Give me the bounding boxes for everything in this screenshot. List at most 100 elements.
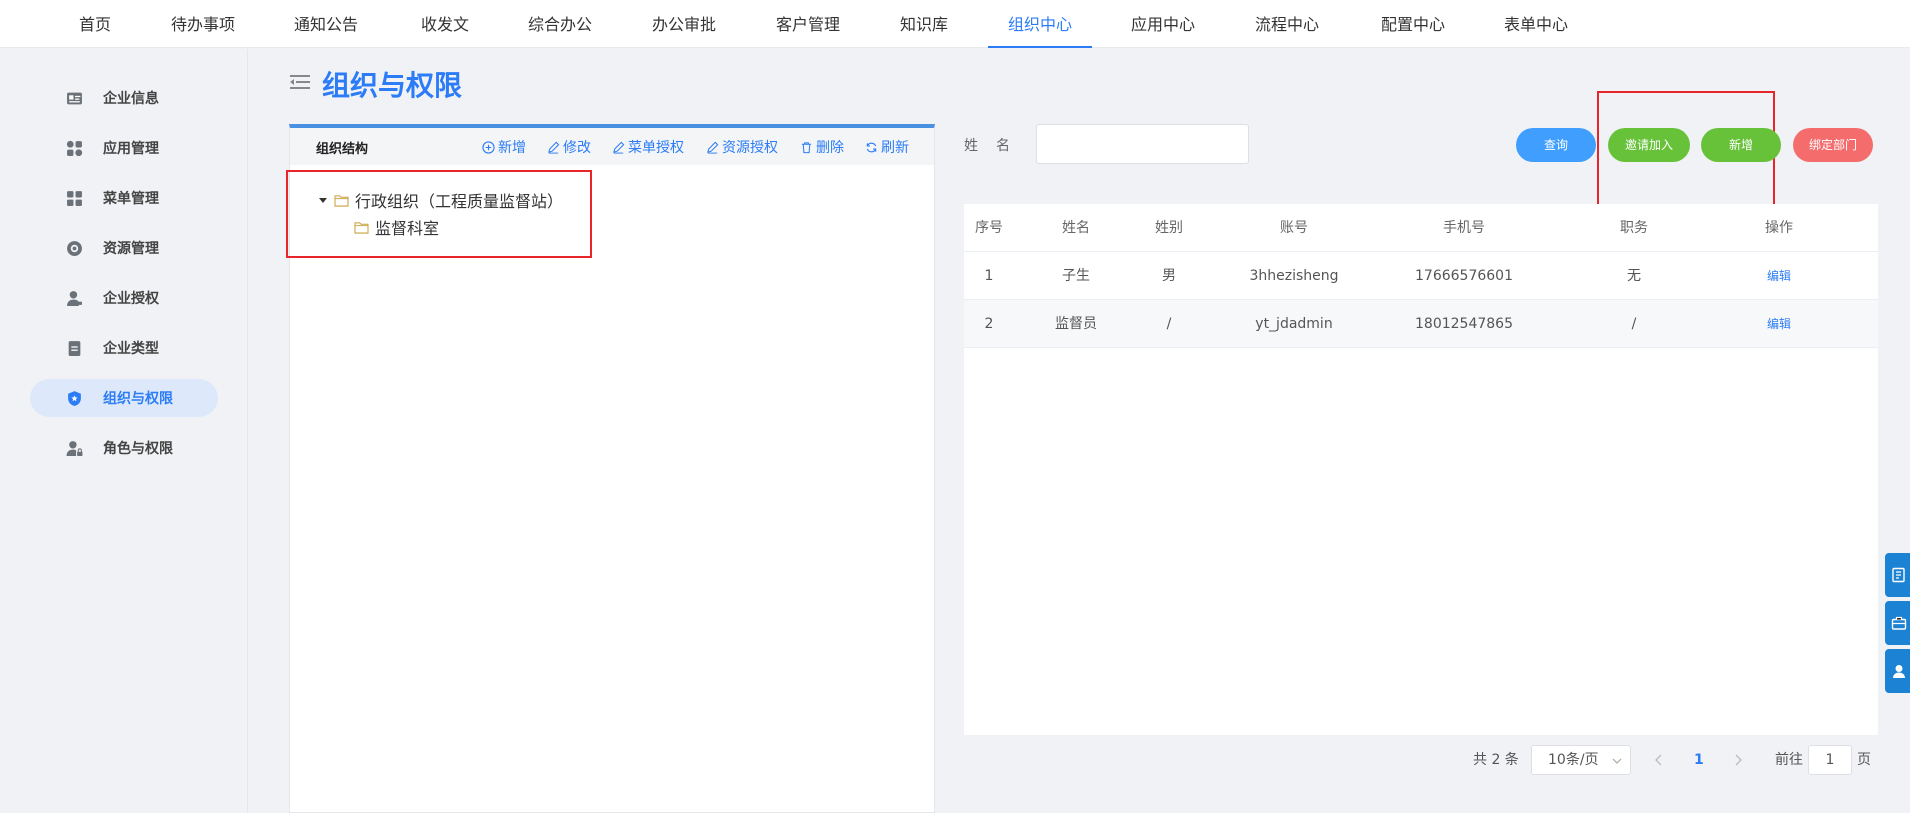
invite-join-button[interactable]: 邀请加入	[1608, 128, 1690, 162]
col-header: 账号	[1280, 220, 1308, 236]
nav-item-knowledge[interactable]: 知识库	[899, 0, 949, 48]
sidebar-item-label: 组织与权限	[103, 391, 173, 407]
search-label: 姓名	[964, 138, 1028, 154]
menu-grid-icon	[67, 191, 82, 206]
sidebar-item-label: 角色与权限	[103, 441, 173, 457]
sidebar-item-company-auth[interactable]: 企业授权	[30, 279, 218, 317]
goto-prefix: 前往	[1775, 752, 1803, 768]
resource-icon	[67, 241, 82, 256]
query-button[interactable]: 查询	[1516, 128, 1596, 162]
nav-item-app-center[interactable]: 应用中心	[1130, 0, 1196, 48]
sidebar: 企业信息 应用管理 菜单管理 资源管理 企业授权 企业类型 组织与权限 角色与权…	[0, 49, 248, 813]
col-header: 姓名	[1062, 220, 1090, 236]
cell-phone: 17666576601	[1415, 268, 1513, 284]
org-menu-auth-button[interactable]: 菜单授权	[612, 137, 684, 157]
page-number-current[interactable]: 1	[1694, 745, 1704, 775]
nav-item-documents[interactable]: 收发文	[420, 0, 470, 48]
col-header: 操作	[1765, 220, 1793, 236]
name-search-input[interactable]	[1036, 124, 1249, 164]
nav-item-form-center[interactable]: 表单中心	[1503, 0, 1569, 48]
org-add-label: 新增	[498, 140, 526, 156]
sidebar-item-menu-management[interactable]: 菜单管理	[30, 179, 218, 217]
pencil-icon	[707, 141, 719, 154]
sidebar-item-label: 企业授权	[103, 291, 159, 307]
nav-item-office[interactable]: 综合办公	[527, 0, 593, 48]
document-icon	[68, 341, 81, 356]
refresh-icon	[866, 142, 877, 152]
pencil-icon	[548, 141, 560, 154]
sidebar-item-resource-management[interactable]: 资源管理	[30, 229, 218, 267]
prev-page-icon[interactable]	[1654, 753, 1664, 767]
org-panel-title: 组织结构	[316, 142, 369, 157]
col-header: 手机号	[1443, 220, 1485, 236]
user-key-icon	[67, 291, 82, 306]
user-service-icon	[1893, 665, 1905, 678]
sidebar-item-org-permissions[interactable]: 组织与权限	[30, 379, 218, 417]
table-row: 2 监督员 / yt_jdadmin 18012547865 / 编辑	[964, 300, 1878, 348]
page-title: 组织与权限	[322, 69, 463, 102]
page-size-select[interactable]: 10条/页	[1531, 745, 1631, 775]
float-user-service-button[interactable]	[1885, 649, 1910, 693]
nav-item-flow-center[interactable]: 流程中心	[1254, 0, 1320, 48]
nav-item-notice[interactable]: 通知公告	[293, 0, 359, 48]
org-delete-label: 删除	[816, 140, 844, 156]
chevron-down-icon	[1612, 758, 1622, 764]
nav-item-org-center[interactable]: 组织中心	[988, 0, 1092, 48]
sidebar-item-company-type[interactable]: 企业类型	[30, 329, 218, 367]
cell-index: 1	[984, 268, 994, 284]
cell-position: /	[1631, 316, 1637, 332]
cell-name: 监督员	[1055, 316, 1097, 332]
cell-index: 2	[984, 316, 994, 332]
apps-icon	[66, 140, 83, 157]
form-icon	[1892, 567, 1905, 583]
pagination-total: 共 2 条	[1473, 752, 1519, 768]
float-briefcase-button[interactable]	[1885, 601, 1910, 645]
col-header: 序号	[975, 220, 1003, 236]
highlight-box-tree	[286, 170, 592, 258]
goto-page-input[interactable]: 1	[1808, 745, 1852, 775]
sidebar-item-company-info[interactable]: 企业信息	[30, 79, 218, 117]
page-size-value: 10条/页	[1548, 752, 1599, 768]
nav-item-approval[interactable]: 办公审批	[651, 0, 717, 48]
goto-suffix: 页	[1857, 752, 1871, 768]
nav-item-customer[interactable]: 客户管理	[775, 0, 841, 48]
org-resource-auth-button[interactable]: 资源授权	[706, 137, 778, 157]
nav-item-todo[interactable]: 待办事项	[170, 0, 236, 48]
cell-account: yt_jdadmin	[1255, 316, 1333, 332]
id-card-icon	[67, 92, 82, 105]
pencil-icon	[613, 141, 625, 154]
org-delete-button[interactable]: 删除	[800, 137, 844, 157]
collapse-menu-icon[interactable]	[290, 74, 310, 90]
user-table: 序号 姓名 姓别 账号 手机号 职务 操作 1 子生 男 3hhezisheng…	[964, 204, 1878, 735]
org-add-button[interactable]: 新增	[482, 137, 526, 157]
bind-dept-button[interactable]: 绑定部门	[1793, 128, 1873, 162]
cell-position: 无	[1627, 268, 1641, 284]
sidebar-item-app-management[interactable]: 应用管理	[30, 129, 218, 167]
float-form-button[interactable]	[1885, 553, 1910, 597]
add-user-button[interactable]: 新增	[1701, 128, 1781, 162]
trash-icon	[801, 141, 812, 153]
briefcase-icon	[1891, 616, 1907, 630]
next-page-icon[interactable]	[1733, 753, 1743, 767]
sidebar-item-role-permissions[interactable]: 角色与权限	[30, 429, 218, 467]
edit-link[interactable]: 编辑	[1724, 300, 1834, 348]
shield-icon	[68, 391, 81, 406]
plus-circle-icon	[482, 140, 495, 154]
nav-item-config-center[interactable]: 配置中心	[1380, 0, 1446, 48]
sidebar-item-label: 企业类型	[103, 341, 159, 357]
org-menu-auth-label: 菜单授权	[628, 140, 684, 156]
org-refresh-button[interactable]: 刷新	[865, 137, 909, 157]
org-refresh-label: 刷新	[881, 140, 909, 156]
edit-link[interactable]: 编辑	[1724, 252, 1834, 300]
sidebar-item-label: 资源管理	[103, 241, 159, 257]
sidebar-item-label: 应用管理	[103, 141, 159, 157]
cell-phone: 18012547865	[1415, 316, 1513, 332]
sidebar-item-label: 菜单管理	[103, 191, 159, 207]
sidebar-item-label: 企业信息	[103, 91, 159, 107]
top-nav: 首页 待办事项 通知公告 收发文 综合办公 办公审批 客户管理 知识库 组织中心…	[0, 0, 1910, 48]
org-panel-header: 组织结构 新增 修改 菜单授权 资源授权 删除 刷新	[290, 128, 934, 165]
nav-item-home[interactable]: 首页	[78, 0, 112, 48]
org-edit-button[interactable]: 修改	[547, 137, 591, 157]
table-header: 序号 姓名 姓别 账号 手机号 职务 操作	[964, 204, 1878, 252]
org-edit-label: 修改	[563, 140, 591, 156]
